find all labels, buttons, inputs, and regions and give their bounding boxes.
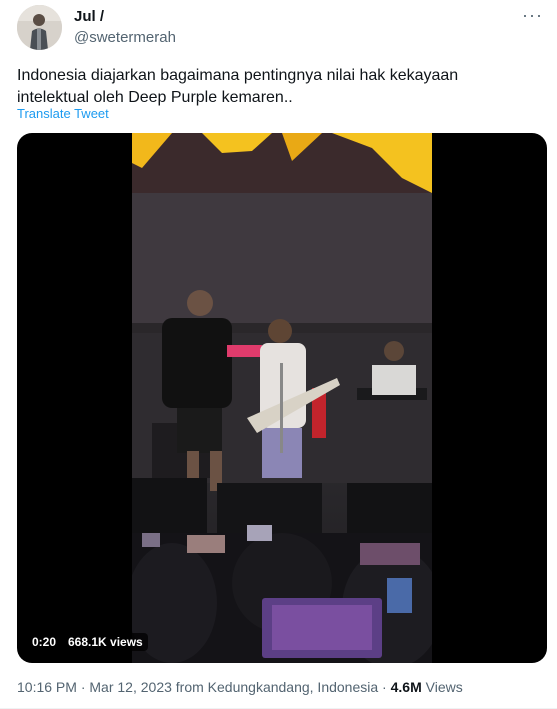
video-duration-badge: 0:20 (27, 633, 62, 651)
concert-stage-image (132, 133, 432, 663)
tweet-time[interactable]: 10:16 PM (17, 679, 77, 695)
author-name[interactable]: Jul / (74, 8, 104, 25)
tweet-location: from Kedungkandang, Indonesia (175, 679, 379, 695)
meta-separator-2: · (382, 679, 387, 695)
view-count: 4.6M (390, 679, 422, 695)
translate-tweet-link[interactable]: Translate Tweet (17, 106, 109, 121)
author-handle[interactable]: @swetermerah (74, 29, 176, 46)
tweet-date[interactable]: Mar 12, 2023 (89, 679, 172, 695)
views-label: Views (425, 679, 463, 695)
meta-separator: · (80, 679, 86, 695)
tweet-meta: 10:16 PM · Mar 12, 2023 from Kedungkanda… (17, 679, 463, 695)
video-views-badge: 668.1K views (63, 633, 148, 651)
video-frame[interactable] (132, 133, 432, 663)
avatar-image (17, 5, 62, 50)
more-options-icon[interactable]: ··· (522, 5, 543, 26)
video-player[interactable]: 0:20 668.1K views (17, 133, 547, 663)
author-avatar[interactable] (17, 5, 62, 50)
tweet-text: Indonesia diajarkan bagaimana pentingnya… (17, 67, 459, 106)
